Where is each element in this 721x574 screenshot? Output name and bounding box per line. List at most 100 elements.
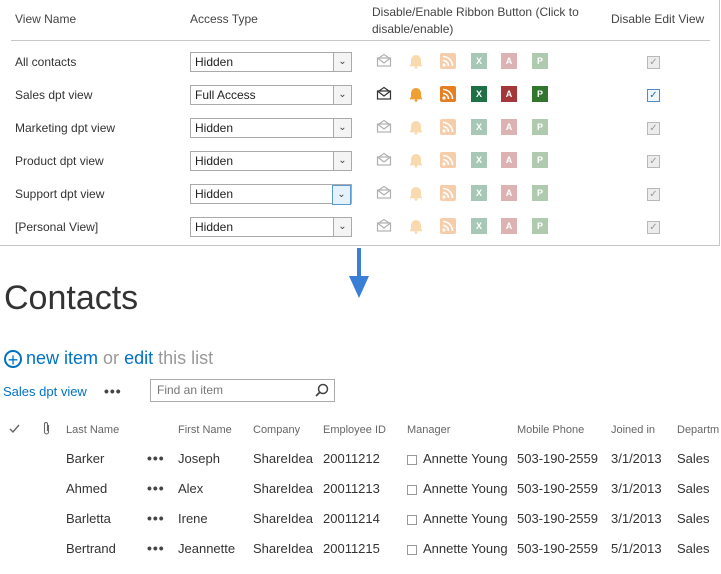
alert-bell-icon[interactable] <box>408 218 424 234</box>
cell-last[interactable]: Barker <box>66 451 104 466</box>
access-type-value: Full Access <box>195 88 256 102</box>
disable-edit-checkbox[interactable]: ✓ <box>647 89 660 102</box>
rss-icon[interactable] <box>440 218 456 234</box>
row-more-button[interactable]: ••• <box>147 480 165 496</box>
project-icon[interactable]: P <box>532 185 548 201</box>
project-icon[interactable]: P <box>532 86 548 102</box>
cell-emp-id: 20011214 <box>323 511 380 526</box>
current-view-link[interactable]: Sales dpt view <box>3 384 87 399</box>
column-header[interactable]: Manager <box>407 424 450 436</box>
chevron-down-icon[interactable]: ⌄ <box>333 53 351 71</box>
manager-presence-icon <box>407 455 417 465</box>
alert-bell-icon[interactable] <box>408 53 424 69</box>
access-type-select[interactable]: Hidden ⌄ <box>190 151 352 171</box>
chevron-down-icon[interactable]: ⌄ <box>333 119 351 137</box>
mail-icon[interactable] <box>376 185 392 201</box>
new-item-bar: + new item or edit this list <box>4 348 213 369</box>
rss-icon[interactable] <box>440 53 456 69</box>
excel-icon[interactable]: X <box>471 53 487 69</box>
chevron-down-icon[interactable]: ⌄ <box>332 185 351 205</box>
edit-link[interactable]: edit <box>124 348 153 368</box>
header-divider <box>11 40 710 41</box>
project-icon[interactable]: P <box>532 218 548 234</box>
cell-company: ShareIdea <box>253 481 313 496</box>
disable-edit-checkbox[interactable]: ✓ <box>647 188 660 201</box>
mail-icon[interactable] <box>376 152 392 168</box>
mail-icon[interactable] <box>376 119 392 135</box>
cell-mobile: 503-190-2559 <box>517 511 598 526</box>
access-type-select[interactable]: Hidden ⌄ <box>190 217 352 237</box>
header-ribbon-buttons: Disable/Enable Ribbon Button (Click to d… <box>372 5 579 36</box>
access-icon[interactable]: A <box>501 119 517 135</box>
alert-bell-icon[interactable] <box>408 185 424 201</box>
rss-icon[interactable] <box>440 119 456 135</box>
mail-icon[interactable] <box>376 53 392 69</box>
alert-bell-icon[interactable] <box>408 86 424 102</box>
access-type-select[interactable]: Hidden ⌄ <box>190 118 352 138</box>
row-more-button[interactable]: ••• <box>147 510 165 526</box>
excel-icon[interactable]: X <box>471 218 487 234</box>
rss-icon[interactable] <box>440 185 456 201</box>
excel-icon[interactable]: X <box>471 152 487 168</box>
attachment-icon <box>43 422 50 435</box>
select-all-check-icon[interactable] <box>9 424 20 434</box>
column-header[interactable]: Mobile Phone <box>517 424 584 436</box>
row-more-button[interactable]: ••• <box>147 540 165 556</box>
disable-edit-checkbox[interactable]: ✓ <box>647 122 660 135</box>
column-header[interactable]: Joined in <box>611 424 655 436</box>
search-input[interactable]: Find an item <box>150 379 335 402</box>
new-item-link[interactable]: new item <box>26 348 98 368</box>
excel-icon[interactable]: X <box>471 119 487 135</box>
access-type-select[interactable]: Hidden ⌄ <box>190 184 352 205</box>
manager-presence-icon <box>407 485 417 495</box>
cell-first: Alex <box>178 481 204 496</box>
alert-bell-icon[interactable] <box>408 152 424 168</box>
cell-company: ShareIdea <box>253 541 313 556</box>
add-circle-icon[interactable]: + <box>4 350 22 369</box>
access-icon[interactable]: A <box>501 185 517 201</box>
row-more-button[interactable]: ••• <box>147 450 165 466</box>
view-name: [Personal View] <box>15 220 99 234</box>
cell-first: Jeannette <box>178 541 236 556</box>
column-header[interactable]: First Name <box>178 424 232 436</box>
disable-edit-checkbox[interactable]: ✓ <box>647 56 660 69</box>
search-icon[interactable] <box>315 383 329 397</box>
chevron-down-icon[interactable]: ⌄ <box>333 218 351 236</box>
cell-dept: Sales <box>677 451 710 466</box>
column-header[interactable]: Company <box>253 424 300 436</box>
cell-last[interactable]: Bertrand <box>66 541 116 556</box>
disable-edit-checkbox[interactable]: ✓ <box>647 221 660 234</box>
arrow-down-icon <box>349 248 369 298</box>
access-icon[interactable]: A <box>501 53 517 69</box>
view-permissions-panel: View Name Access Type Disable/Enable Rib… <box>0 0 720 246</box>
disable-edit-checkbox[interactable]: ✓ <box>647 155 660 168</box>
this-list-text: this list <box>158 348 214 368</box>
cell-company: ShareIdea <box>253 511 313 526</box>
project-icon[interactable]: P <box>532 152 548 168</box>
access-type-select[interactable]: Full Access ⌄ <box>190 85 352 105</box>
access-icon[interactable]: A <box>501 218 517 234</box>
column-header[interactable]: Departm <box>677 424 719 436</box>
excel-icon[interactable]: X <box>471 185 487 201</box>
rss-icon[interactable] <box>440 152 456 168</box>
project-icon[interactable]: P <box>532 53 548 69</box>
project-icon[interactable]: P <box>532 119 548 135</box>
alert-bell-icon[interactable] <box>408 119 424 135</box>
access-icon[interactable]: A <box>501 152 517 168</box>
mail-icon[interactable] <box>376 86 392 102</box>
cell-joined: 5/1/2013 <box>611 541 662 556</box>
cell-manager: Annette Young <box>423 481 508 496</box>
column-header[interactable]: Last Name <box>66 424 119 436</box>
chevron-down-icon[interactable]: ⌄ <box>333 86 351 104</box>
excel-icon[interactable]: X <box>471 86 487 102</box>
cell-last[interactable]: Ahmed <box>66 481 107 496</box>
column-header[interactable]: Employee ID <box>323 424 386 436</box>
cell-last[interactable]: Barletta <box>66 511 111 526</box>
access-icon[interactable]: A <box>501 86 517 102</box>
mail-icon[interactable] <box>376 218 392 234</box>
view-name: All contacts <box>15 55 77 69</box>
rss-icon[interactable] <box>440 86 456 102</box>
access-type-select[interactable]: Hidden ⌄ <box>190 52 352 72</box>
chevron-down-icon[interactable]: ⌄ <box>333 152 351 170</box>
view-more-button[interactable]: ••• <box>104 383 122 399</box>
